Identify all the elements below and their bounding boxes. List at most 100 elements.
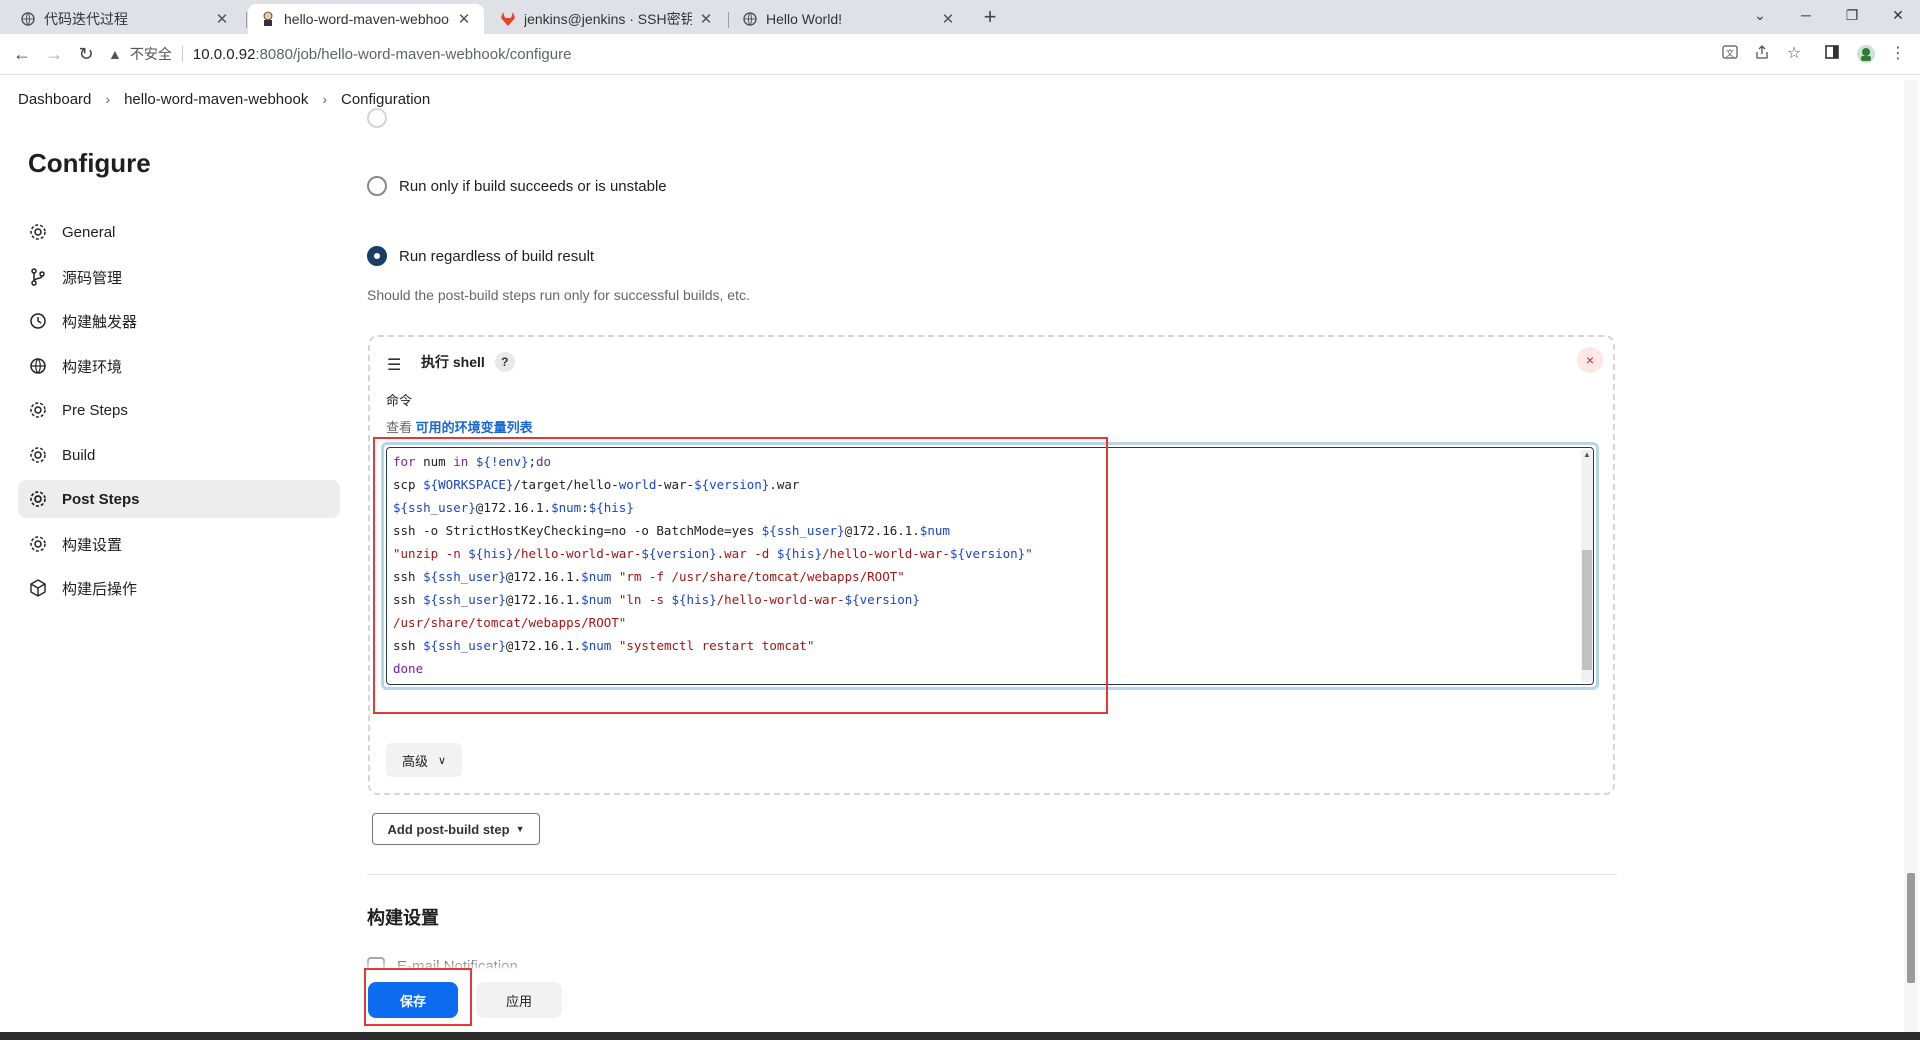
- close-icon[interactable]: ✕: [698, 10, 714, 28]
- tab-title: Hello World!: [766, 11, 842, 27]
- sidebar-item-label: 构建触发器: [62, 313, 138, 331]
- branch-icon: [28, 267, 48, 287]
- radio-label: Run only if build succeeds or is unstabl…: [399, 177, 667, 195]
- radio-button[interactable]: [367, 176, 387, 196]
- gitlab-icon: [500, 11, 516, 27]
- env-vars-link[interactable]: 可用的环境变量列表: [416, 420, 533, 435]
- radio-label: Run regardless of build result: [399, 247, 595, 265]
- chevron-right-icon: ›: [322, 91, 327, 107]
- sidebar-item-environment[interactable]: 构建环境: [18, 347, 340, 385]
- minimize-icon[interactable]: ─: [1786, 0, 1826, 30]
- sidebar-item-post-steps[interactable]: Post Steps: [18, 480, 340, 518]
- env-prefix: 查看: [386, 420, 413, 435]
- caret-down-icon: ▼: [515, 824, 525, 834]
- close-icon[interactable]: ✕: [214, 10, 230, 28]
- browser-tab-3[interactable]: jenkins@jenkins · SSH密钥 · 用 ✕: [488, 4, 726, 34]
- help-icon[interactable]: ?: [494, 352, 515, 372]
- profile-avatar-icon[interactable]: [1856, 44, 1876, 64]
- breadcrumb-configuration[interactable]: Configuration: [341, 91, 430, 108]
- command-label: 命令: [386, 393, 413, 408]
- browser-tab-1[interactable]: 代码迭代过程 ✕: [8, 4, 242, 34]
- breadcrumb: Dashboard › hello-word-maven-webhook › C…: [0, 75, 1920, 123]
- drag-handle-icon[interactable]: ☰: [387, 355, 403, 375]
- add-step-label: Add post-build step: [387, 821, 510, 837]
- translate-icon[interactable]: 文: [1720, 44, 1740, 64]
- advanced-button[interactable]: 高级 ∨: [386, 743, 462, 777]
- url-text: 10.0.0.92:8080/job/hello-word-maven-webh…: [193, 46, 572, 63]
- address-bar[interactable]: ▲ 不安全 10.0.0.92:8080/job/hello-word-mave…: [108, 38, 1708, 70]
- chevron-right-icon: ›: [105, 91, 111, 107]
- build-settings-title: 构建设置: [367, 908, 439, 928]
- tab-separator: [246, 12, 247, 28]
- sidebar-item-general[interactable]: General: [18, 213, 340, 251]
- taskbar-edge: [0, 1032, 1920, 1040]
- sidebar-item-label: 源码管理: [62, 269, 123, 287]
- globe-icon: [28, 356, 48, 376]
- close-icon[interactable]: ✕: [940, 10, 956, 28]
- sidebar-item-build-settings[interactable]: 构建设置: [18, 525, 340, 563]
- browser-toolbar: ← → ↻ ▲ 不安全 10.0.0.92:8080/job/hello-wor…: [0, 34, 1920, 75]
- breadcrumb-dashboard[interactable]: Dashboard: [18, 91, 91, 108]
- apply-button[interactable]: 应用: [476, 982, 562, 1018]
- step-title: 执行 shell ?: [421, 352, 515, 372]
- sidebar-item-label: 构建设置: [62, 536, 123, 554]
- gear-icon: [28, 534, 48, 554]
- package-icon: [28, 578, 48, 598]
- tab-title: jenkins@jenkins · SSH密钥 · 用: [524, 11, 692, 27]
- close-icon[interactable]: ✕: [456, 10, 472, 28]
- section-divider: [367, 874, 1617, 875]
- gear-icon: [28, 445, 48, 465]
- side-panel-icon[interactable]: [1822, 44, 1842, 64]
- new-tab-plus-icon[interactable]: +: [976, 4, 1004, 32]
- page-scroll-thumb[interactable]: [1907, 873, 1915, 983]
- browser-tab-strip: 代码迭代过程 ✕ hello-word-maven-webhook C ✕ je…: [0, 0, 1920, 34]
- gear-icon: [28, 400, 48, 420]
- globe-icon: [742, 11, 758, 27]
- radio-button-selected[interactable]: [367, 246, 387, 266]
- gear-icon: [28, 489, 48, 509]
- sidebar-item-scm[interactable]: 源码管理: [18, 258, 340, 296]
- sidebar-item-triggers[interactable]: 构建触发器: [18, 302, 340, 340]
- highlight-box-command: [373, 437, 1108, 714]
- insecure-label: 不安全: [129, 46, 172, 62]
- back-arrow-icon[interactable]: ←: [10, 42, 34, 66]
- share-icon[interactable]: [1752, 44, 1772, 64]
- radio-success-unstable[interactable]: Run only if build succeeds or is unstabl…: [367, 176, 667, 196]
- breadcrumb-job[interactable]: hello-word-maven-webhook: [124, 91, 308, 108]
- sidebar-item-pre-steps[interactable]: Pre Steps: [18, 391, 340, 429]
- post-steps-description: Should the post-build steps run only for…: [367, 287, 750, 303]
- chevron-down-icon: ∨: [437, 754, 447, 767]
- delete-step-close-icon[interactable]: ×: [1577, 347, 1603, 373]
- forward-arrow-icon[interactable]: →: [42, 42, 66, 66]
- sidebar-item-post-build-actions[interactable]: 构建后操作: [18, 569, 340, 607]
- scroll-up-arrow-icon[interactable]: ▲: [1581, 450, 1593, 462]
- tab-search-chevron-icon[interactable]: ⌄: [1740, 0, 1780, 30]
- window-close-icon[interactable]: ✕: [1878, 0, 1918, 30]
- browser-tab-2[interactable]: hello-word-maven-webhook C ✕: [248, 4, 484, 34]
- reload-icon[interactable]: ↻: [74, 42, 98, 66]
- globe-icon: [20, 11, 36, 27]
- sidebar-item-build[interactable]: Build: [18, 436, 340, 474]
- radio-regardless[interactable]: Run regardless of build result: [367, 246, 594, 266]
- sidebar-item-label: 构建环境: [62, 358, 123, 376]
- warning-triangle-icon: ▲: [108, 46, 122, 62]
- advanced-label: 高级: [401, 753, 428, 769]
- sidebar-item-label: Post Steps: [62, 490, 140, 508]
- sidebar-item-label: General: [62, 223, 116, 241]
- clock-icon: [28, 311, 48, 331]
- env-vars-hint: 查看 可用的环境变量列表: [386, 417, 533, 436]
- add-post-build-step-button[interactable]: Add post-build step ▼: [372, 813, 540, 845]
- restore-icon[interactable]: ❐: [1832, 0, 1872, 30]
- bookmark-star-icon[interactable]: ☆: [1784, 44, 1804, 64]
- jenkins-icon: [260, 11, 276, 27]
- menu-kebab-icon[interactable]: ⋮: [1888, 44, 1908, 64]
- sidebar-item-label: Build: [62, 446, 96, 464]
- url-separator: [181, 46, 183, 62]
- sidebar-item-label: 构建后操作: [62, 580, 138, 598]
- radio-button[interactable]: [367, 108, 387, 128]
- browser-tab-4[interactable]: Hello World! ✕: [730, 4, 968, 34]
- textarea-scroll-thumb[interactable]: [1582, 550, 1592, 670]
- tab-title: hello-word-maven-webhook C: [284, 11, 450, 27]
- tab-separator: [728, 12, 729, 28]
- svg-text:文: 文: [1726, 48, 1734, 58]
